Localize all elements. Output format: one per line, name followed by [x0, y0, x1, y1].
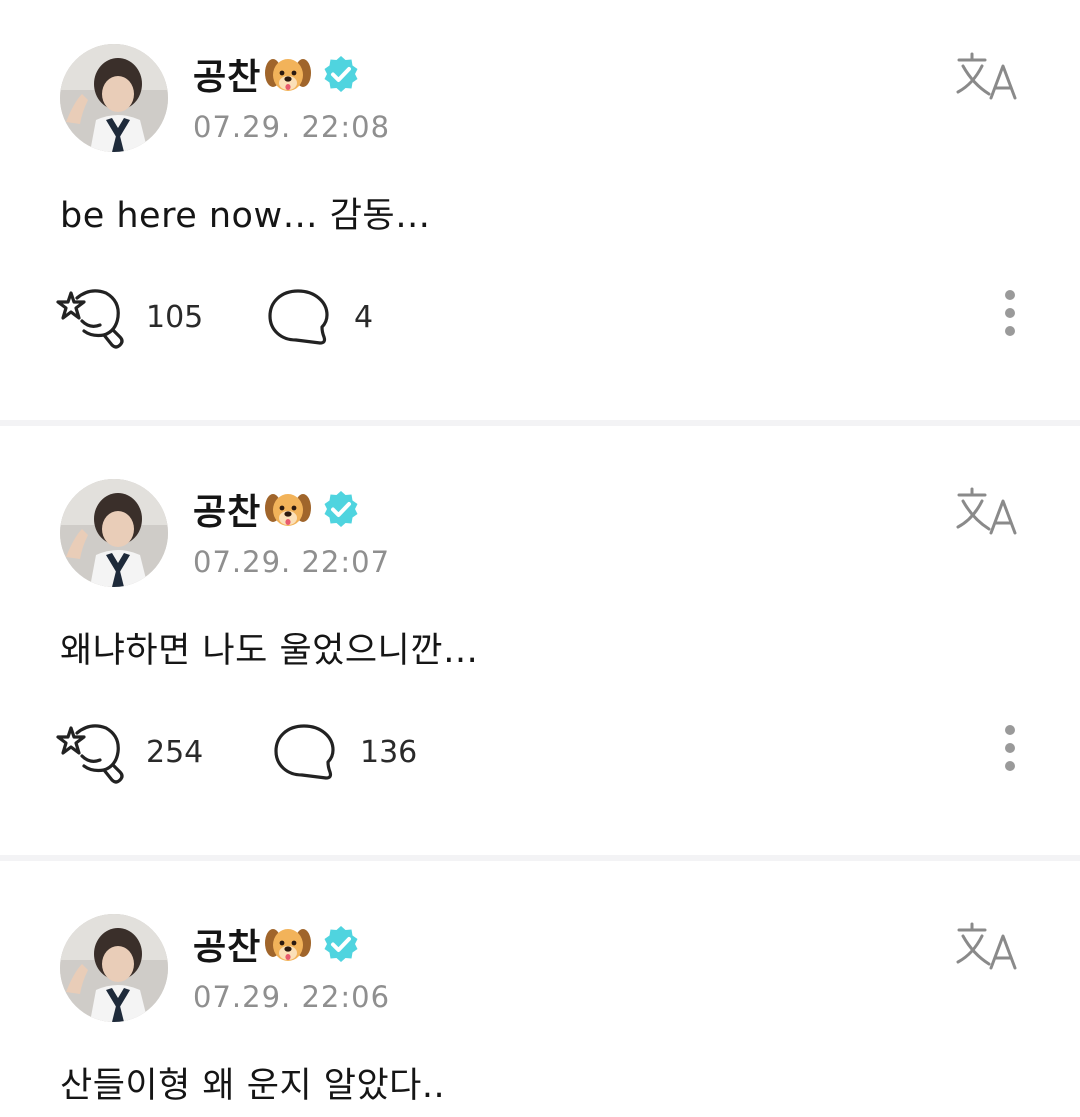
- post-card[interactable]: 공찬 07.29. 22:06 산들이형 왜 운지 알았다..: [0, 870, 1080, 1117]
- verified-badge-icon: [324, 56, 358, 92]
- author-name[interactable]: 공찬: [193, 48, 261, 100]
- post-timestamp: 07.29. 22:07: [193, 545, 391, 579]
- comment-button[interactable]: 136: [272, 720, 417, 784]
- post-timestamp: 07.29. 22:06: [193, 980, 391, 1014]
- speech-bubble-icon: [274, 724, 335, 780]
- react-button[interactable]: 105: [52, 285, 203, 349]
- translate-icon[interactable]: [955, 485, 1021, 537]
- post-divider: [0, 420, 1080, 426]
- react-button[interactable]: 254: [52, 720, 203, 784]
- verified-badge-icon: [324, 926, 358, 962]
- avatar[interactable]: [60, 44, 168, 152]
- post-timestamp: 07.29. 22:08: [193, 110, 391, 144]
- post-body: be here now… 감동…: [60, 196, 431, 236]
- author-row: 공찬: [193, 48, 361, 100]
- speech-bubble-icon: [268, 289, 329, 345]
- comment-count: 136: [360, 734, 418, 770]
- translate-icon[interactable]: [955, 920, 1021, 972]
- post-body: 왜냐하면 나도 울었으니깐…: [60, 631, 479, 671]
- more-vertical-icon[interactable]: [992, 285, 1028, 349]
- post-card[interactable]: 공찬 07.29. 22:08 be here now… 감동… 105 4: [0, 0, 1080, 420]
- comment-button[interactable]: 4: [266, 285, 373, 349]
- dog-emoji-icon: [265, 494, 312, 526]
- post-card[interactable]: 공찬 07.29. 22:07 왜냐하면 나도 울었으니깐… 254 136: [0, 435, 1080, 855]
- author-name[interactable]: 공찬: [193, 918, 261, 970]
- post-actions: 105 4: [52, 285, 1042, 349]
- more-vertical-icon[interactable]: [992, 720, 1028, 784]
- reaction-count: 105: [146, 299, 204, 335]
- author-row: 공찬: [193, 483, 361, 535]
- star-hand-icon: [56, 724, 124, 784]
- translate-icon[interactable]: [955, 50, 1021, 102]
- avatar[interactable]: [60, 914, 168, 1022]
- avatar[interactable]: [60, 479, 168, 587]
- post-actions: 254 136: [52, 720, 1042, 784]
- star-hand-icon: [56, 289, 124, 349]
- post-divider: [0, 855, 1080, 861]
- reaction-count: 254: [146, 734, 204, 770]
- dog-emoji-icon: [265, 59, 312, 91]
- author-name[interactable]: 공찬: [193, 483, 261, 535]
- post-body: 산들이형 왜 운지 알았다..: [60, 1066, 446, 1106]
- comment-count: 4: [354, 299, 374, 335]
- author-row: 공찬: [193, 918, 361, 970]
- dog-emoji-icon: [265, 929, 312, 961]
- verified-badge-icon: [324, 491, 358, 527]
